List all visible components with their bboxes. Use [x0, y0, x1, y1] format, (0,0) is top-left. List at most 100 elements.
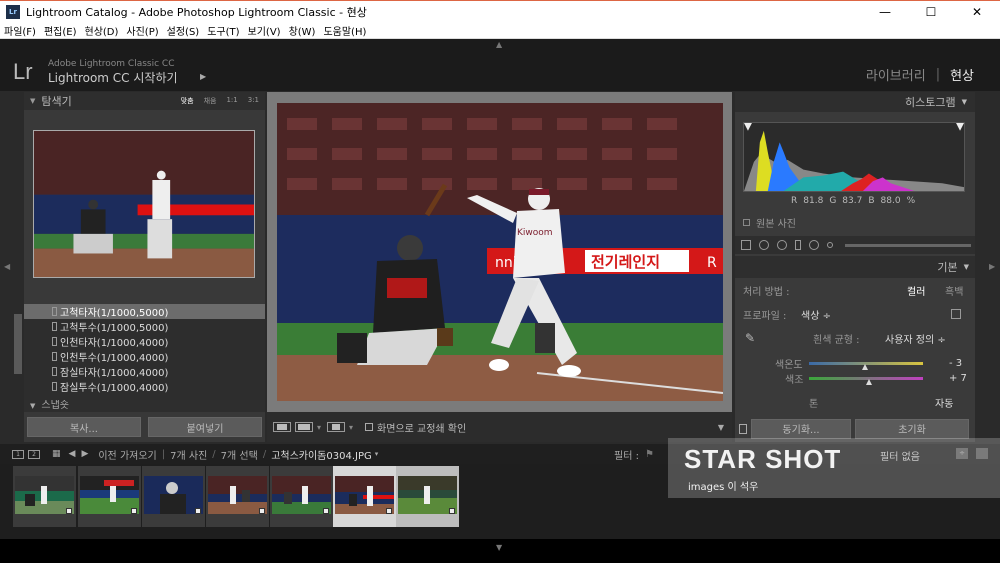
navigator-header[interactable]: ▼ 탐색기 맞춤 채움 1:1 3:1: [24, 92, 265, 110]
identity-plate: ▲ Lr Adobe Lightroom Classic CC Lightroo…: [0, 39, 1000, 91]
grid-view-icon[interactable]: ▦: [52, 449, 61, 459]
basic-panel-header[interactable]: 기본 ▼: [735, 256, 975, 278]
menu-file[interactable]: 파일(F): [4, 23, 36, 38]
menu-photo[interactable]: 사진(P): [126, 23, 158, 38]
filename-dropdown-icon[interactable]: ▾: [375, 450, 379, 458]
sync-button[interactable]: 동기화...: [751, 418, 851, 439]
loupe-view-icon[interactable]: [273, 422, 291, 432]
filmstrip-thumbnail[interactable]: [206, 466, 269, 527]
filmstrip-thumbnail[interactable]: [396, 466, 459, 527]
histogram-graph[interactable]: [743, 122, 965, 192]
snapshots-header[interactable]: ▼ 스냅숏: [24, 400, 265, 412]
before-after-dropdown-icon[interactable]: ▾: [317, 423, 321, 432]
main-photo[interactable]: nni 전기레인지 R Kiwoom: [277, 103, 723, 401]
r-value: 81.8: [803, 196, 824, 206]
close-button[interactable]: ✕: [954, 1, 1000, 23]
softproof-checkbox[interactable]: [365, 423, 374, 431]
edited-badge-icon: [259, 508, 265, 514]
preset-item[interactable]: 인천투수(1/1000,4000): [24, 349, 265, 364]
previous-import-link[interactable]: 이전 가져오기: [98, 447, 156, 462]
tint-value[interactable]: + 7: [949, 373, 967, 384]
play-arrow-icon[interactable]: ▶: [200, 72, 206, 81]
copy-before-after-icon[interactable]: ▾: [349, 423, 353, 432]
swap-before-after-icon[interactable]: [327, 422, 346, 432]
preset-item[interactable]: 인천타자(1/1000,4000): [24, 334, 265, 349]
module-library[interactable]: 라이브러리: [866, 65, 926, 84]
filmstrip-thumbnail[interactable]: [13, 466, 76, 527]
softproof-label: 화면으로 교정쇄 확인: [377, 423, 467, 435]
tool-strip-slider[interactable]: [845, 243, 971, 247]
eyedropper-icon[interactable]: ✎: [745, 331, 755, 345]
collapse-triangle-icon[interactable]: ▼: [30, 97, 35, 105]
menu-develop[interactable]: 현상(D): [85, 23, 119, 38]
loupe-view[interactable]: nni 전기레인지 R Kiwoom: [267, 92, 732, 412]
menu-settings[interactable]: 설정(S): [167, 23, 200, 38]
left-panel-scrollbar[interactable]: [14, 314, 22, 374]
navigator-preview-area[interactable]: [24, 110, 265, 304]
adjustment-brush-icon[interactable]: [827, 242, 833, 248]
auto-tone-button[interactable]: 자동: [935, 395, 953, 410]
primary-window-icon[interactable]: 1: [12, 449, 24, 459]
current-filename[interactable]: 고척스카이돔0304.JPG: [271, 447, 372, 462]
maximize-button[interactable]: ☐: [908, 1, 954, 23]
spot-removal-icon[interactable]: [759, 240, 769, 250]
preset-item[interactable]: 잠실타자(1/1000,4000): [24, 364, 265, 379]
filmstrip-thumbnail[interactable]: [78, 466, 141, 527]
sync-toggle-icon[interactable]: [739, 423, 747, 434]
menu-tools[interactable]: 도구(T): [207, 23, 239, 38]
original-photo-checkbox[interactable]: [743, 219, 750, 226]
collapse-triangle-icon[interactable]: ▼: [30, 402, 35, 410]
radial-filter-icon[interactable]: [809, 240, 819, 250]
reset-button[interactable]: 초기화: [855, 418, 969, 439]
treatment-bw[interactable]: 흑백: [945, 283, 963, 298]
collapse-triangle-icon[interactable]: ▼: [962, 98, 967, 106]
preset-item[interactable]: 고척투수(1/1000,5000): [24, 319, 265, 334]
secondary-window-icon[interactable]: 2: [28, 449, 40, 459]
red-eye-icon[interactable]: [777, 240, 787, 250]
tint-slider-thumb[interactable]: [866, 379, 872, 385]
back-arrow-icon[interactable]: ◀: [69, 449, 76, 459]
menu-window[interactable]: 창(W): [289, 23, 316, 38]
zoom-fit[interactable]: 맞춤: [181, 96, 194, 106]
preset-item[interactable]: 잠실투수(1/1000,4000): [24, 379, 265, 394]
snapshots-title: 스냅숏: [41, 400, 69, 411]
preset-item[interactable]: 고척타자(1/1000,5000): [24, 304, 265, 319]
treatment-color[interactable]: 컬러: [907, 283, 925, 298]
zoom-fill[interactable]: 채움: [204, 96, 217, 106]
forward-arrow-icon[interactable]: ▶: [81, 449, 88, 459]
minimize-button[interactable]: —: [862, 1, 908, 23]
watermark-subtitle: images 이 석우: [688, 482, 759, 493]
filmstrip-thumbnail[interactable]: [270, 466, 333, 527]
menu-help[interactable]: 도움말(H): [323, 23, 366, 38]
profile-select[interactable]: 색상 ÷: [801, 307, 831, 322]
toolbar-content-dropdown-icon[interactable]: ▼: [718, 423, 724, 432]
module-develop[interactable]: 현상: [950, 65, 974, 84]
temp-value[interactable]: - 3: [949, 358, 962, 369]
wb-select[interactable]: 사용자 정의 ÷: [885, 331, 946, 346]
filmstrip-thumbnail[interactable]: [142, 466, 205, 527]
menu-edit[interactable]: 편집(E): [44, 23, 77, 38]
crop-tool-icon[interactable]: [741, 240, 751, 250]
photo-count: 7개 사진: [170, 450, 208, 462]
graduated-filter-icon[interactable]: [795, 240, 801, 250]
before-after-icon[interactable]: [295, 422, 313, 432]
histogram-header[interactable]: 히스토그램 ▼: [735, 92, 975, 112]
paste-settings-button[interactable]: 붙여넣기: [148, 417, 262, 437]
left-panel-toggle-icon[interactable]: ◀: [4, 262, 10, 271]
original-photo-toggle[interactable]: 원본 사진: [743, 215, 796, 230]
panel-toggle-up-icon[interactable]: ▲: [496, 40, 502, 49]
profile-browser-icon[interactable]: [951, 309, 961, 319]
identity-getting-started[interactable]: Lightroom CC 시작하기: [48, 69, 178, 86]
menu-view[interactable]: 보기(V): [248, 23, 281, 38]
zoom-1-1[interactable]: 1:1: [226, 96, 237, 106]
flag-filter-icon[interactable]: ⚑: [645, 449, 654, 460]
collapse-triangle-icon[interactable]: ▼: [964, 263, 969, 271]
filmstrip-toggle-icon[interactable]: ▼: [496, 543, 502, 552]
zoom-3-1[interactable]: 3:1: [248, 96, 259, 106]
navigator-thumbnail[interactable]: [33, 130, 255, 278]
original-photo-label: 원본 사진: [756, 219, 796, 230]
right-panel-toggle-icon[interactable]: ▶: [989, 262, 995, 271]
filmstrip-thumbnail-selected[interactable]: [333, 466, 396, 527]
copy-settings-button[interactable]: 복사...: [27, 417, 141, 437]
histogram-title: 히스토그램: [905, 96, 956, 109]
